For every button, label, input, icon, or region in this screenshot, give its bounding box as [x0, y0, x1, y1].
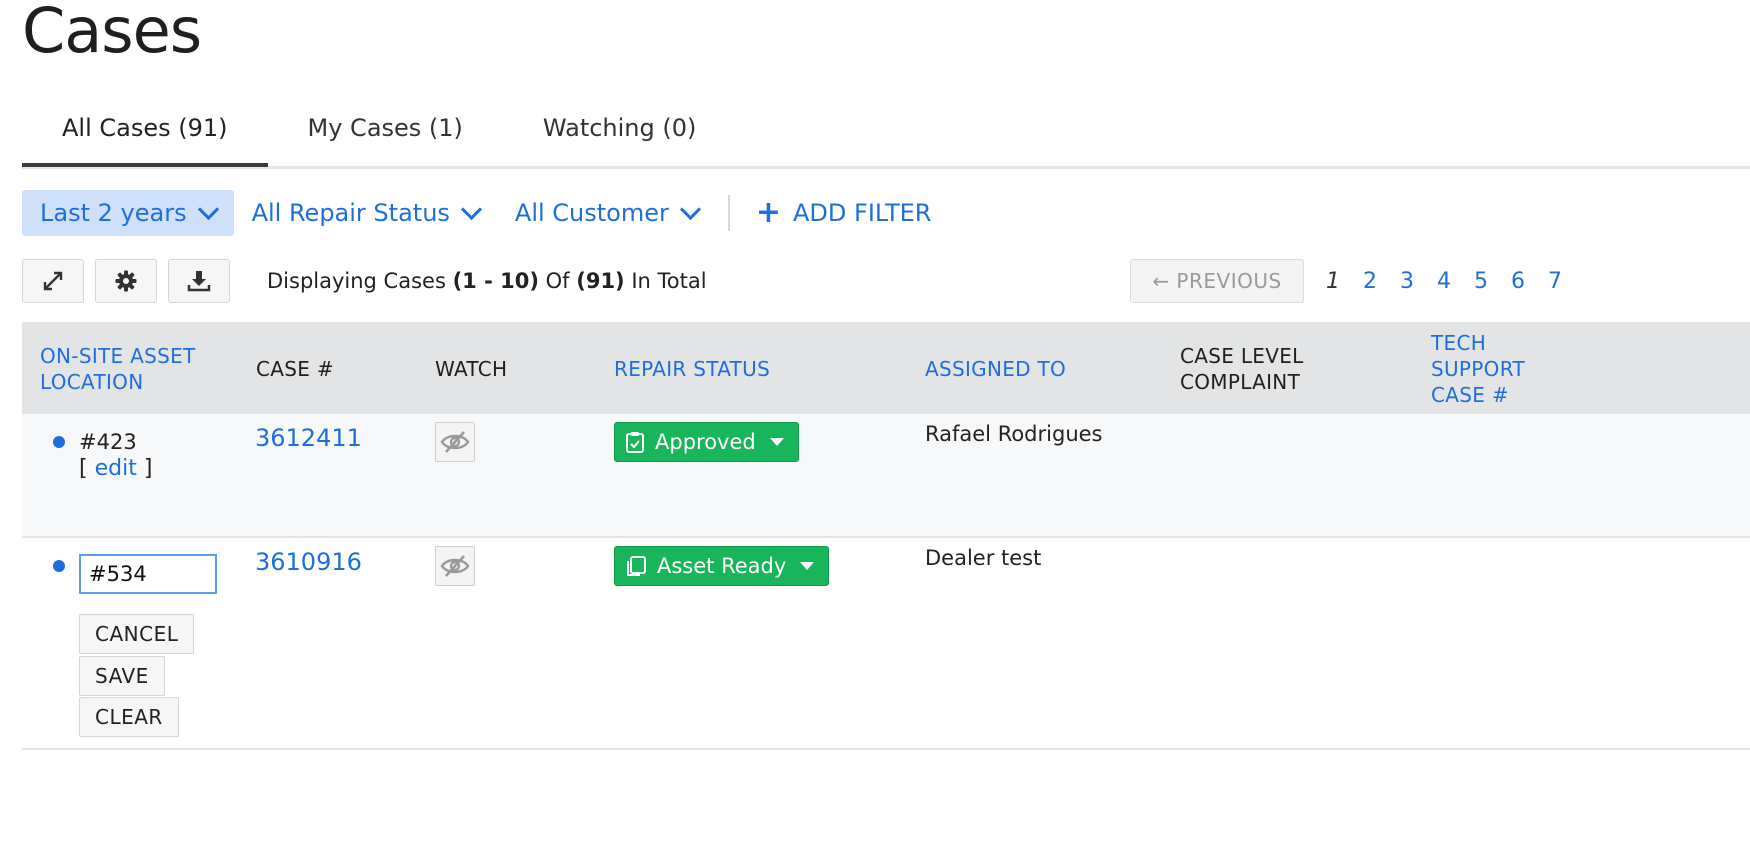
status-dot [53, 436, 65, 448]
page-link[interactable]: 2 [1363, 269, 1400, 294]
tab-watching[interactable]: Watching (0) [503, 100, 736, 163]
clipboard-check-icon [626, 432, 644, 453]
edit-bracket-close: ] [136, 456, 153, 481]
header-case-number: CASE # [256, 357, 334, 381]
settings-button[interactable] [95, 259, 157, 303]
assigned-to: Dealer test [925, 546, 1042, 570]
results-summary-of: Of [538, 269, 577, 293]
case-number-link[interactable]: 3612411 [255, 424, 362, 452]
table-header: ON-SITE ASSET LOCATION CASE # WATCH REPA… [22, 322, 1750, 414]
assigned-to: Rafael Rodrigues [925, 422, 1103, 446]
case-tabs: All Cases (91) My Cases (1) Watching (0) [22, 100, 1750, 169]
results-total: (91) [576, 269, 625, 293]
table-toolbar: Displaying Cases (1 - 10) Of (91) In Tot… [22, 259, 707, 303]
page-link[interactable]: 6 [1511, 269, 1548, 294]
expand-button[interactable] [22, 259, 84, 303]
save-button[interactable]: SAVE [79, 656, 165, 696]
add-filter-label: ADD FILTER [793, 199, 932, 227]
repair-status-filter[interactable]: All Repair Status [234, 190, 497, 236]
asset-location: #423 [79, 430, 137, 454]
chevron-down-icon [460, 198, 483, 220]
repair-status-filter-label: All Repair Status [251, 199, 450, 227]
header-repair-status[interactable]: REPAIR STATUS [614, 356, 770, 382]
add-filter-button[interactable]: + ADD FILTER [740, 198, 932, 228]
header-assigned-to[interactable]: ASSIGNED TO [925, 356, 1066, 382]
repair-status-dropdown[interactable]: Asset Ready [614, 546, 830, 586]
filter-bar: Last 2 years All Repair Status All Custo… [22, 190, 931, 236]
chevron-down-icon [197, 198, 219, 220]
caret-down-icon [769, 438, 784, 446]
date-range-filter[interactable]: Last 2 years [22, 190, 234, 236]
expand-icon [43, 271, 63, 291]
gear-icon [115, 270, 137, 292]
filter-divider [727, 195, 730, 231]
tab-my-cases[interactable]: My Cases (1) [268, 100, 503, 163]
edit-location: [ edit ] [79, 456, 152, 481]
repair-status-label: Approved [655, 430, 756, 454]
customer-filter[interactable]: All Customer [497, 190, 716, 236]
location-input[interactable] [79, 554, 217, 594]
table-row: #423 [ edit ] 3612411 Approved Rafael Ro… [22, 414, 1750, 538]
eye-slash-icon [440, 555, 470, 577]
tab-all-cases[interactable]: All Cases (91) [22, 100, 268, 167]
case-number-link[interactable]: 3610916 [255, 548, 362, 576]
previous-page-button[interactable]: ← PREVIOUS [1130, 259, 1304, 303]
cases-table: ON-SITE ASSET LOCATION CASE # WATCH REPA… [22, 322, 1750, 750]
results-summary-prefix: Displaying Cases [267, 269, 453, 293]
customer-filter-label: All Customer [514, 199, 669, 227]
header-complaint: CASE LEVEL COMPLAINT [1180, 344, 1304, 394]
edit-bracket-open: [ [79, 456, 95, 481]
pagination: ← PREVIOUS 1 2 3 4 5 6 7 [1130, 259, 1585, 303]
caret-down-icon [800, 562, 815, 570]
results-range: (1 - 10) [452, 269, 539, 293]
results-summary: Displaying Cases (1 - 10) Of (91) In Tot… [267, 269, 707, 293]
download-icon [187, 271, 211, 292]
page-link[interactable]: 4 [1437, 269, 1474, 294]
page-link[interactable]: 5 [1474, 269, 1511, 294]
chevron-down-icon [679, 198, 701, 220]
results-summary-suffix: In Total [624, 269, 707, 293]
edit-location-link[interactable]: edit [95, 456, 137, 481]
header-tech-support[interactable]: TECH SUPPORT CASE # [1431, 330, 1571, 408]
download-button[interactable] [168, 259, 230, 303]
header-location[interactable]: ON-SITE ASSET LOCATION [40, 343, 230, 395]
page-link[interactable]: 3 [1400, 269, 1437, 294]
repair-status-dropdown[interactable]: Approved [614, 422, 799, 462]
watch-toggle-button[interactable] [435, 422, 475, 462]
eye-slash-icon [440, 431, 470, 453]
cancel-button[interactable]: CANCEL [79, 614, 195, 654]
page-numbers: 1 2 3 4 5 6 7 [1326, 269, 1585, 294]
repair-status-label: Asset Ready [657, 554, 787, 578]
table-row: 3610916 Asset Ready Dealer test CANCEL S… [22, 538, 1750, 750]
header-watch: WATCH [435, 357, 508, 381]
plus-icon: + [755, 195, 782, 230]
page-title: Cases [22, 0, 202, 67]
clear-button[interactable]: CLEAR [79, 697, 179, 737]
status-dot [53, 560, 65, 572]
page-link-current[interactable]: 1 [1326, 269, 1363, 294]
page-link[interactable]: 7 [1548, 269, 1585, 294]
watch-toggle-button[interactable] [435, 546, 475, 586]
asset-ready-icon [627, 556, 646, 576]
date-range-filter-label: Last 2 years [40, 199, 187, 227]
